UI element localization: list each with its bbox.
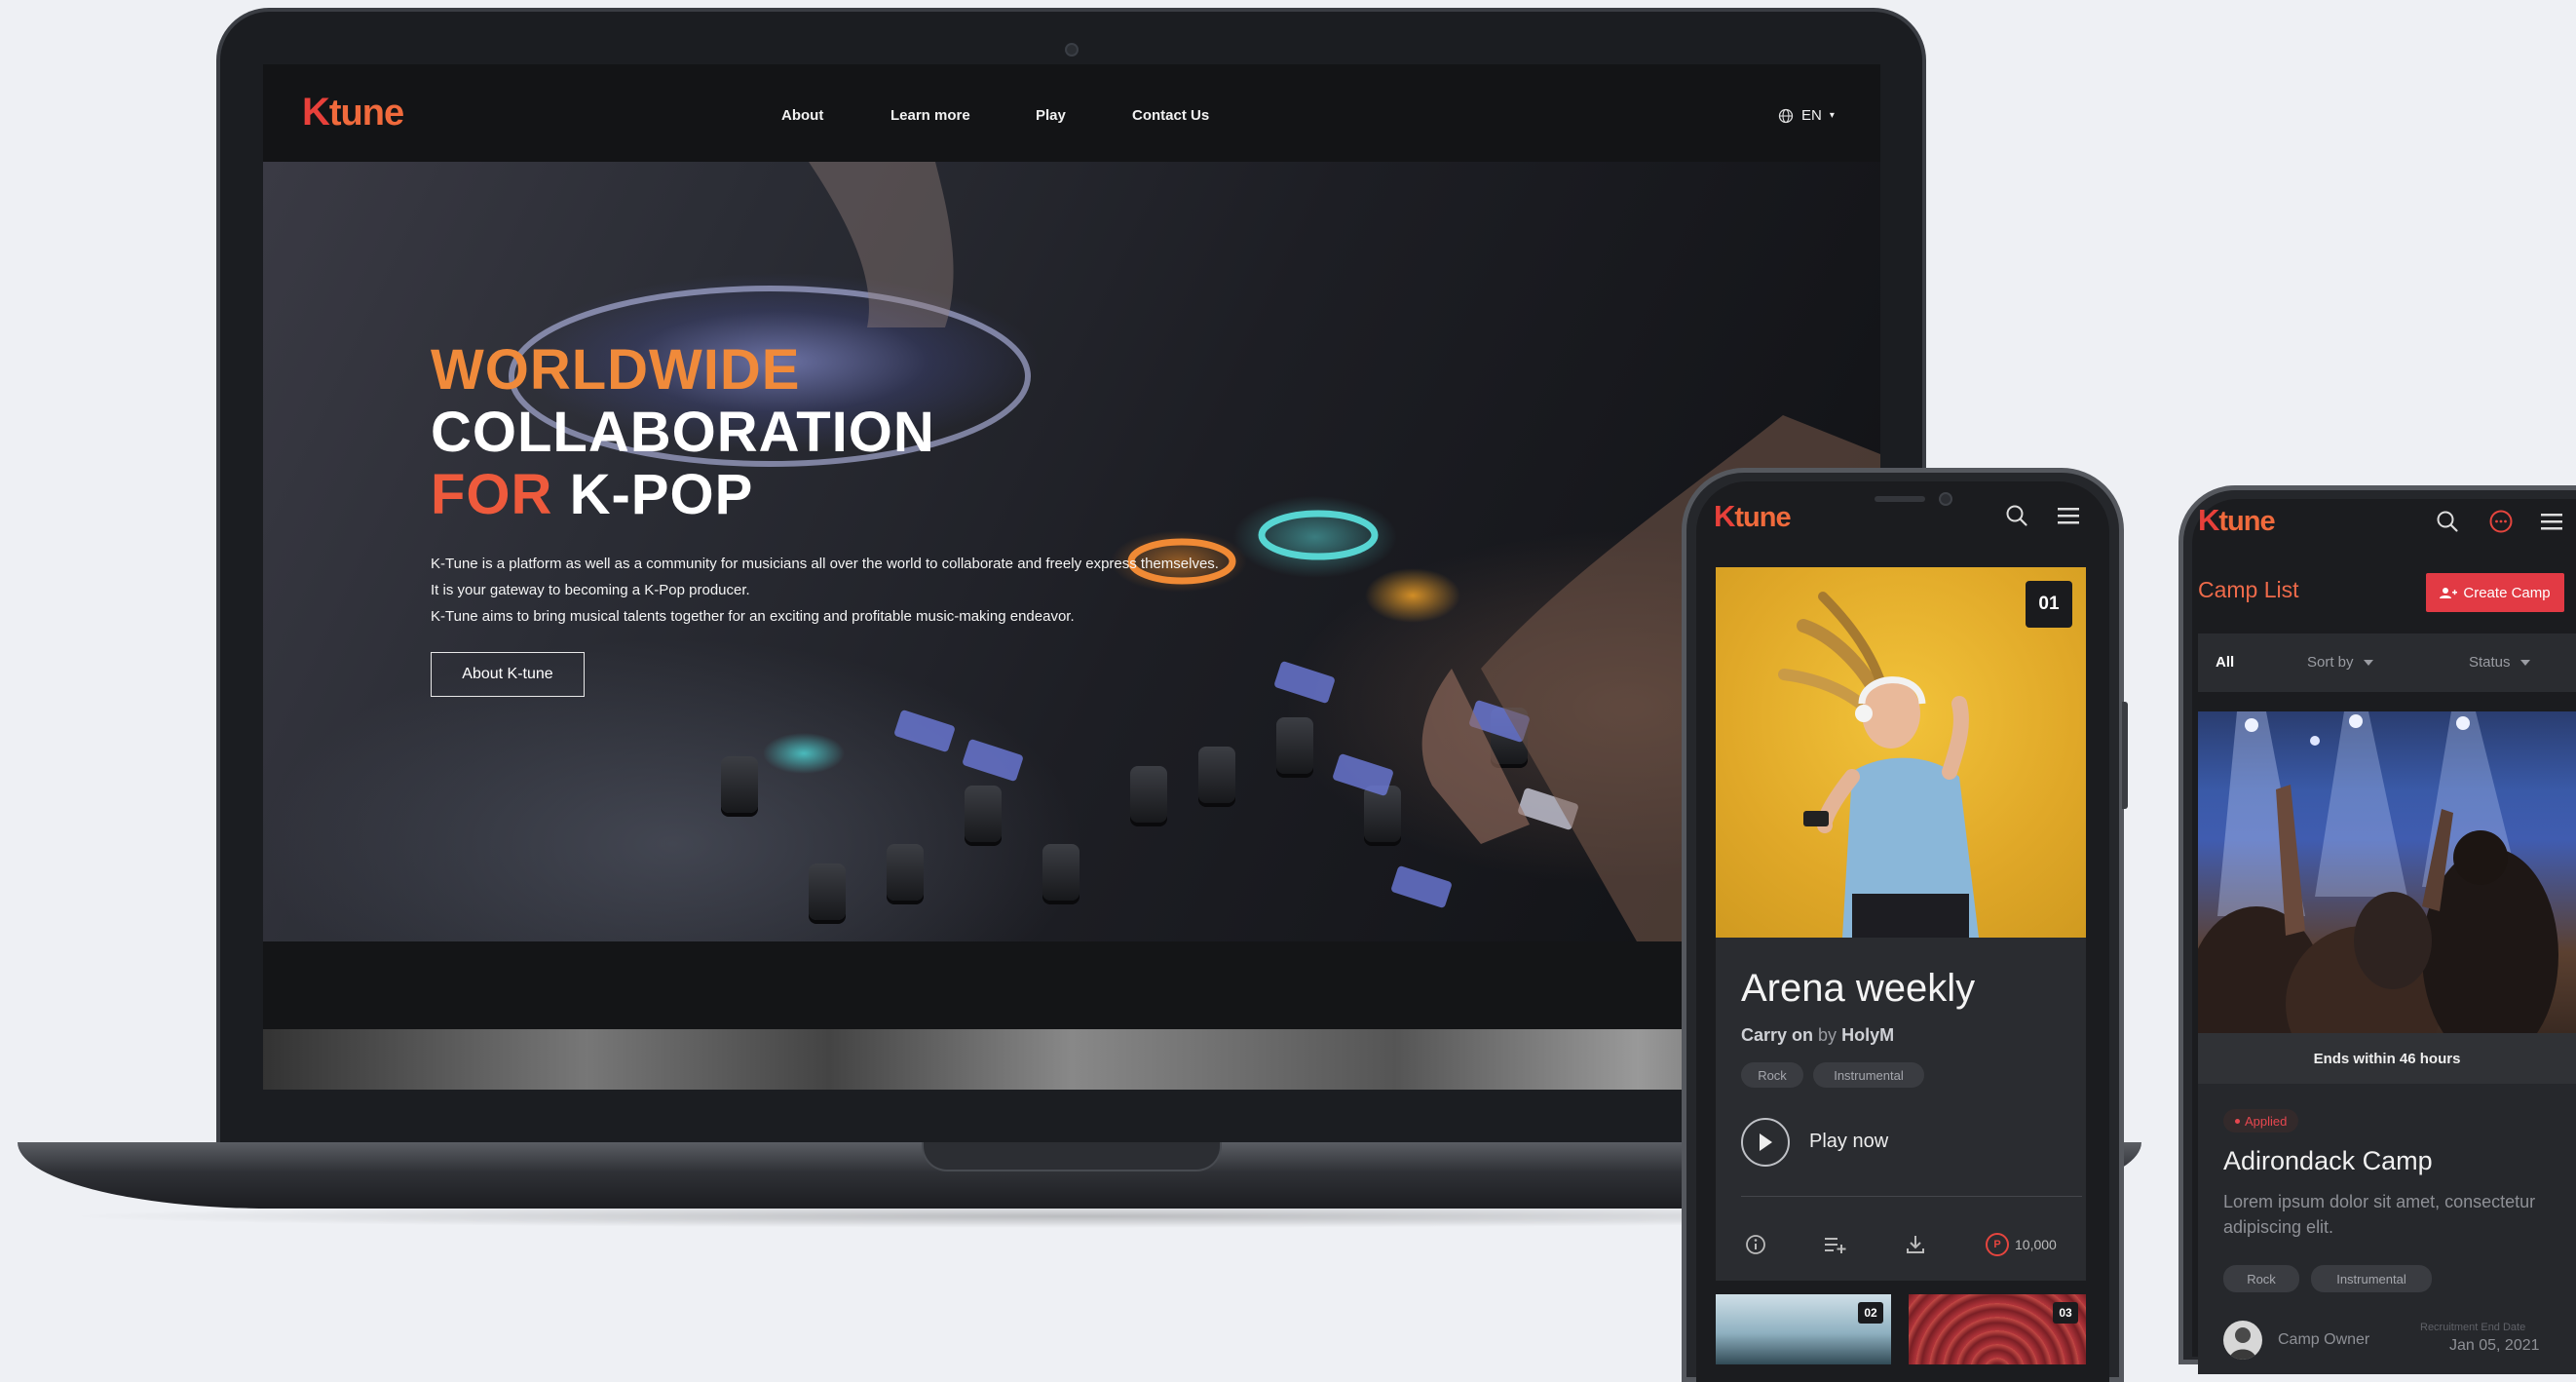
caret-down-icon bbox=[2363, 659, 2373, 666]
phone-camera bbox=[1939, 492, 1952, 506]
desktop-screen: Ktune About Learn more Play Contact Us E… bbox=[263, 64, 1880, 1090]
tag-instrumental[interactable]: Instrumental bbox=[2311, 1265, 2432, 1292]
camp-list-title: Camp List bbox=[2198, 577, 2299, 602]
coin-icon: P bbox=[1986, 1233, 2009, 1256]
divider bbox=[1741, 1196, 2082, 1197]
camp-title: Adirondack Camp bbox=[2223, 1146, 2433, 1175]
download-icon[interactable] bbox=[1901, 1230, 1930, 1259]
hero-description: K-Tune is a platform as well as a commun… bbox=[431, 551, 1405, 630]
camp-cover-image bbox=[2198, 711, 2576, 1033]
ends-countdown: Ends within 46 hours bbox=[2198, 1033, 2576, 1084]
applied-badge: Applied bbox=[2223, 1109, 2299, 1132]
caret-down-icon bbox=[2519, 659, 2530, 666]
language-label: EN bbox=[1801, 107, 1822, 124]
info-icon[interactable] bbox=[1741, 1230, 1770, 1259]
language-selector[interactable]: EN ▾ bbox=[1778, 107, 1835, 124]
dot-icon bbox=[2235, 1118, 2240, 1124]
filter-bar: All Sort by Status bbox=[2198, 633, 2576, 692]
chevron-down-icon: ▾ bbox=[1829, 110, 1835, 121]
recruitment-end-date: Jan 05, 2021 bbox=[2449, 1337, 2540, 1354]
concert-illustration bbox=[2198, 711, 2558, 1033]
recruitment-end-label: Recruitment End Date bbox=[2420, 1322, 2526, 1333]
nav-contact-us[interactable]: Contact Us bbox=[1132, 107, 1209, 124]
hero-title-line2: COLLABORATION bbox=[431, 401, 935, 464]
globe-icon bbox=[1778, 108, 1794, 123]
logo-k: K bbox=[302, 91, 330, 134]
hero-title-for: FOR bbox=[431, 463, 553, 526]
track-cover-image: 01 bbox=[1716, 567, 2086, 938]
status-label: Status bbox=[2469, 654, 2511, 671]
thumbnail-number: 02 bbox=[1858, 1302, 1883, 1324]
track-thumbnail[interactable]: 03 bbox=[1909, 1294, 2086, 1364]
owner-photo bbox=[2229, 1327, 2256, 1360]
player-phone-screen: Ktune 01 Arena weekly Carry on by HolyM … bbox=[1696, 481, 2109, 1382]
price-display: P 10,000 bbox=[1986, 1233, 2057, 1256]
by-text: by bbox=[1818, 1025, 1837, 1045]
track-subtitle: Carry on by HolyM bbox=[1741, 1025, 1894, 1046]
nav-about[interactable]: About bbox=[781, 107, 823, 124]
laptop-notch bbox=[922, 1142, 1222, 1171]
hero-desc-line: It is your gateway to becoming a K-Pop p… bbox=[431, 582, 750, 598]
tag-instrumental[interactable]: Instrumental bbox=[1813, 1062, 1924, 1088]
site-logo[interactable]: Ktune bbox=[302, 91, 404, 134]
create-camp-label: Create Camp bbox=[2463, 584, 2551, 601]
camp-card[interactable]: Ends within 46 hours Applied Adirondack … bbox=[2198, 711, 2576, 1374]
thumbnail-number: 03 bbox=[2053, 1302, 2078, 1324]
play-now-label[interactable]: Play now bbox=[1809, 1131, 1888, 1153]
filter-all[interactable]: All bbox=[2216, 654, 2234, 671]
track-thumbnail[interactable]: 02 bbox=[1716, 1294, 1891, 1364]
create-camp-button[interactable]: Create Camp bbox=[2426, 573, 2564, 612]
hero-title-line1: WORLDWIDE bbox=[431, 338, 801, 402]
tag-rock[interactable]: Rock bbox=[2223, 1265, 2299, 1292]
hero-desc-line: K-Tune aims to bring musical talents tog… bbox=[431, 608, 1075, 625]
add-to-playlist-icon[interactable] bbox=[1821, 1230, 1850, 1259]
artist-name[interactable]: HolyM bbox=[1841, 1025, 1894, 1045]
nav-learn-more[interactable]: Learn more bbox=[890, 107, 970, 124]
site-header: Ktune About Learn more Play Contact Us E… bbox=[263, 64, 1880, 162]
track-number-badge: 01 bbox=[2026, 581, 2072, 628]
hero-desc-line: K-Tune is a platform as well as a commun… bbox=[431, 556, 1219, 572]
logo-k: K bbox=[1714, 499, 1735, 533]
tag-rock[interactable]: Rock bbox=[1741, 1062, 1803, 1088]
price-value: 10,000 bbox=[2015, 1237, 2057, 1252]
camp-owner-name[interactable]: Camp Owner bbox=[2278, 1331, 2369, 1349]
avatar[interactable] bbox=[2223, 1321, 2262, 1360]
nav-play[interactable]: Play bbox=[1036, 107, 1066, 124]
menu-icon[interactable] bbox=[2537, 507, 2566, 536]
phone-side-button bbox=[2122, 702, 2128, 809]
search-icon[interactable] bbox=[2433, 507, 2462, 536]
logo-k: K bbox=[2198, 503, 2219, 537]
status-dropdown[interactable]: Status bbox=[2469, 654, 2530, 671]
sort-by-dropdown[interactable]: Sort by bbox=[2307, 654, 2373, 671]
applied-label: Applied bbox=[2245, 1113, 2288, 1129]
mobile-logo[interactable]: Ktune bbox=[2198, 503, 2276, 538]
track-title: Arena weekly bbox=[1741, 967, 1976, 1010]
laptop-camera bbox=[1065, 43, 1079, 57]
mobile-logo[interactable]: Ktune bbox=[1714, 499, 1792, 534]
song-name: Carry on bbox=[1741, 1025, 1814, 1045]
logo-text: tune bbox=[2218, 506, 2275, 537]
search-icon[interactable] bbox=[2002, 501, 2031, 530]
section-preview-strip bbox=[263, 1029, 1880, 1090]
hero-title: WORLDWIDE COLLABORATION FOR K-POP bbox=[431, 339, 935, 526]
hero-title-kpop: K-POP bbox=[569, 463, 754, 526]
sort-by-label: Sort by bbox=[2307, 654, 2354, 671]
about-ktune-button[interactable]: About K-tune bbox=[431, 652, 585, 697]
play-icon bbox=[1760, 1133, 1772, 1151]
chat-icon[interactable] bbox=[2486, 507, 2516, 536]
track-card[interactable]: 01 Arena weekly Carry on by HolyM Rock I… bbox=[1716, 567, 2086, 1281]
logo-text: tune bbox=[328, 93, 404, 134]
logo-text: tune bbox=[1734, 502, 1791, 533]
add-user-icon bbox=[2440, 588, 2458, 598]
camp-description: Lorem ipsum dolor sit amet, consectetur … bbox=[2223, 1192, 2536, 1237]
menu-icon[interactable] bbox=[2054, 501, 2083, 530]
play-button[interactable] bbox=[1741, 1118, 1790, 1167]
phone-speaker bbox=[1875, 496, 1925, 502]
hero-section: WORLDWIDE COLLABORATION FOR K-POP K-Tune… bbox=[263, 162, 1880, 941]
